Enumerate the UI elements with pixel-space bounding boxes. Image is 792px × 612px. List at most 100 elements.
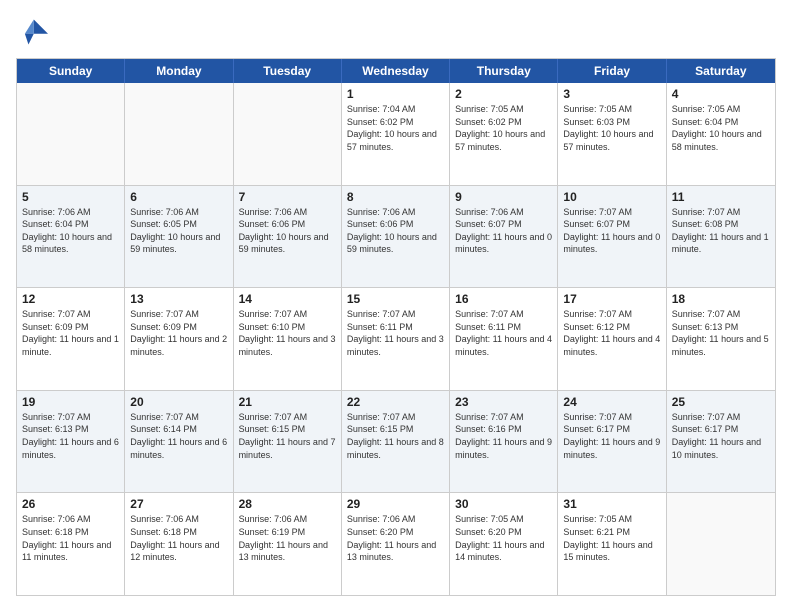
- day-cell-18: 18Sunrise: 7:07 AM Sunset: 6:13 PM Dayli…: [667, 288, 775, 390]
- day-cell-9: 9Sunrise: 7:06 AM Sunset: 6:07 PM Daylig…: [450, 186, 558, 288]
- day-number: 8: [347, 190, 444, 204]
- day-info: Sunrise: 7:07 AM Sunset: 6:08 PM Dayligh…: [672, 206, 770, 256]
- day-number: 27: [130, 497, 227, 511]
- day-cell-28: 28 Sunrise: 7:06 AM Sunset: 6:19 PM Dayli…: [234, 493, 342, 595]
- day-number: 7: [239, 190, 336, 204]
- day-number: 31: [563, 497, 660, 511]
- weekday-header-friday: Friday: [558, 59, 666, 83]
- page: SundayMondayTuesdayWednesdayThursdayFrid…: [0, 0, 792, 612]
- day-number: 20: [130, 395, 227, 409]
- day-info: Sunrise: 7:07 AM Sunset: 6:09 PM Dayligh…: [22, 308, 119, 358]
- day-number: 24: [563, 395, 660, 409]
- day-info: Sunrise: 7:07 AM Sunset: 6:12 PM Dayligh…: [563, 308, 660, 358]
- day-cell-10: 10Sunrise: 7:07 AM Sunset: 6:07 PM Dayli…: [558, 186, 666, 288]
- day-info: Sunrise: 7:06 AM Sunset: 6:06 PM Dayligh…: [239, 206, 336, 256]
- day-cell-23: 23 Sunrise: 7:07 AM Sunset: 6:16 PM Dayli…: [450, 391, 558, 493]
- calendar-row-2: 12 Sunrise: 7:07 AM Sunset: 6:09 PM Dayli…: [17, 287, 775, 390]
- day-number: 28: [239, 497, 336, 511]
- day-info: Sunrise: 7:07 AM Sunset: 6:16 PM Dayligh…: [455, 411, 552, 461]
- weekday-header-saturday: Saturday: [667, 59, 775, 83]
- calendar-row-3: 19 Sunrise: 7:07 AM Sunset: 6:13 PM Dayli…: [17, 390, 775, 493]
- day-cell-13: 13 Sunrise: 7:07 AM Sunset: 6:09 PM Dayli…: [125, 288, 233, 390]
- logo-icon: [16, 16, 48, 48]
- day-info: Sunrise: 7:05 AM Sunset: 6:03 PM Dayligh…: [563, 103, 660, 153]
- day-info: Sunrise: 7:07 AM Sunset: 6:09 PM Dayligh…: [130, 308, 227, 358]
- day-cell-11: 11Sunrise: 7:07 AM Sunset: 6:08 PM Dayli…: [667, 186, 775, 288]
- day-cell-30: 30 Sunrise: 7:05 AM Sunset: 6:20 PM Dayli…: [450, 493, 558, 595]
- logo: [16, 16, 52, 48]
- day-number: 23: [455, 395, 552, 409]
- day-number: 30: [455, 497, 552, 511]
- day-info: Sunrise: 7:07 AM Sunset: 6:10 PM Dayligh…: [239, 308, 336, 358]
- day-number: 1: [347, 87, 444, 101]
- day-info: Sunrise: 7:06 AM Sunset: 6:19 PM Dayligh…: [239, 513, 336, 563]
- weekday-header-tuesday: Tuesday: [234, 59, 342, 83]
- day-cell-24: 24 Sunrise: 7:07 AM Sunset: 6:17 PM Dayli…: [558, 391, 666, 493]
- day-info: Sunrise: 7:05 AM Sunset: 6:04 PM Dayligh…: [672, 103, 770, 153]
- day-cell-16: 16Sunrise: 7:07 AM Sunset: 6:11 PM Dayli…: [450, 288, 558, 390]
- empty-cell-0-1: [125, 83, 233, 185]
- day-cell-29: 29Sunrise: 7:06 AM Sunset: 6:20 PM Dayli…: [342, 493, 450, 595]
- day-info: Sunrise: 7:04 AM Sunset: 6:02 PM Dayligh…: [347, 103, 444, 153]
- weekday-header-wednesday: Wednesday: [342, 59, 450, 83]
- weekday-header-monday: Monday: [125, 59, 233, 83]
- day-cell-2: 2 Sunrise: 7:05 AM Sunset: 6:02 PM Daylig…: [450, 83, 558, 185]
- day-info: Sunrise: 7:05 AM Sunset: 6:02 PM Dayligh…: [455, 103, 552, 153]
- day-cell-22: 22 Sunrise: 7:07 AM Sunset: 6:15 PM Dayli…: [342, 391, 450, 493]
- empty-cell-0-2: [234, 83, 342, 185]
- day-info: Sunrise: 7:07 AM Sunset: 6:11 PM Dayligh…: [347, 308, 444, 358]
- day-cell-15: 15 Sunrise: 7:07 AM Sunset: 6:11 PM Dayli…: [342, 288, 450, 390]
- day-number: 19: [22, 395, 119, 409]
- empty-cell-4-6: [667, 493, 775, 595]
- day-number: 9: [455, 190, 552, 204]
- day-info: Sunrise: 7:06 AM Sunset: 6:18 PM Dayligh…: [130, 513, 227, 563]
- day-number: 25: [672, 395, 770, 409]
- weekday-header-sunday: Sunday: [17, 59, 125, 83]
- day-cell-7: 7 Sunrise: 7:06 AM Sunset: 6:06 PM Daylig…: [234, 186, 342, 288]
- day-info: Sunrise: 7:07 AM Sunset: 6:13 PM Dayligh…: [22, 411, 119, 461]
- day-info: Sunrise: 7:06 AM Sunset: 6:05 PM Dayligh…: [130, 206, 227, 256]
- weekday-header-thursday: Thursday: [450, 59, 558, 83]
- day-number: 17: [563, 292, 660, 306]
- day-number: 6: [130, 190, 227, 204]
- day-cell-1: 1 Sunrise: 7:04 AM Sunset: 6:02 PM Daylig…: [342, 83, 450, 185]
- day-info: Sunrise: 7:07 AM Sunset: 6:14 PM Dayligh…: [130, 411, 227, 461]
- calendar-row-1: 5 Sunrise: 7:06 AM Sunset: 6:04 PM Daylig…: [17, 185, 775, 288]
- day-info: Sunrise: 7:06 AM Sunset: 6:04 PM Dayligh…: [22, 206, 119, 256]
- day-cell-4: 4 Sunrise: 7:05 AM Sunset: 6:04 PM Daylig…: [667, 83, 775, 185]
- day-info: Sunrise: 7:07 AM Sunset: 6:11 PM Dayligh…: [455, 308, 552, 358]
- day-number: 26: [22, 497, 119, 511]
- day-cell-6: 6 Sunrise: 7:06 AM Sunset: 6:05 PM Daylig…: [125, 186, 233, 288]
- day-cell-21: 21Sunrise: 7:07 AM Sunset: 6:15 PM Dayli…: [234, 391, 342, 493]
- day-cell-26: 26 Sunrise: 7:06 AM Sunset: 6:18 PM Dayli…: [17, 493, 125, 595]
- day-info: Sunrise: 7:07 AM Sunset: 6:15 PM Dayligh…: [347, 411, 444, 461]
- day-number: 22: [347, 395, 444, 409]
- day-cell-3: 3 Sunrise: 7:05 AM Sunset: 6:03 PM Daylig…: [558, 83, 666, 185]
- day-number: 12: [22, 292, 119, 306]
- day-info: Sunrise: 7:05 AM Sunset: 6:20 PM Dayligh…: [455, 513, 552, 563]
- day-cell-5: 5 Sunrise: 7:06 AM Sunset: 6:04 PM Daylig…: [17, 186, 125, 288]
- day-number: 15: [347, 292, 444, 306]
- day-info: Sunrise: 7:06 AM Sunset: 6:20 PM Dayligh…: [347, 513, 444, 563]
- day-number: 3: [563, 87, 660, 101]
- day-info: Sunrise: 7:06 AM Sunset: 6:06 PM Dayligh…: [347, 206, 444, 256]
- day-info: Sunrise: 7:07 AM Sunset: 6:07 PM Dayligh…: [563, 206, 660, 256]
- day-cell-25: 25 Sunrise: 7:07 AM Sunset: 6:17 PM Dayli…: [667, 391, 775, 493]
- day-number: 4: [672, 87, 770, 101]
- day-number: 2: [455, 87, 552, 101]
- day-number: 5: [22, 190, 119, 204]
- header: [16, 16, 776, 48]
- day-info: Sunrise: 7:07 AM Sunset: 6:17 PM Dayligh…: [672, 411, 770, 461]
- calendar-header: SundayMondayTuesdayWednesdayThursdayFrid…: [17, 59, 775, 83]
- day-cell-8: 8 Sunrise: 7:06 AM Sunset: 6:06 PM Daylig…: [342, 186, 450, 288]
- day-info: Sunrise: 7:07 AM Sunset: 6:17 PM Dayligh…: [563, 411, 660, 461]
- day-number: 18: [672, 292, 770, 306]
- day-cell-17: 17 Sunrise: 7:07 AM Sunset: 6:12 PM Dayli…: [558, 288, 666, 390]
- day-info: Sunrise: 7:06 AM Sunset: 6:18 PM Dayligh…: [22, 513, 119, 563]
- empty-cell-0-0: [17, 83, 125, 185]
- calendar: SundayMondayTuesdayWednesdayThursdayFrid…: [16, 58, 776, 596]
- calendar-body: 1 Sunrise: 7:04 AM Sunset: 6:02 PM Daylig…: [17, 83, 775, 595]
- day-number: 13: [130, 292, 227, 306]
- day-cell-27: 27 Sunrise: 7:06 AM Sunset: 6:18 PM Dayli…: [125, 493, 233, 595]
- day-info: Sunrise: 7:05 AM Sunset: 6:21 PM Dayligh…: [563, 513, 660, 563]
